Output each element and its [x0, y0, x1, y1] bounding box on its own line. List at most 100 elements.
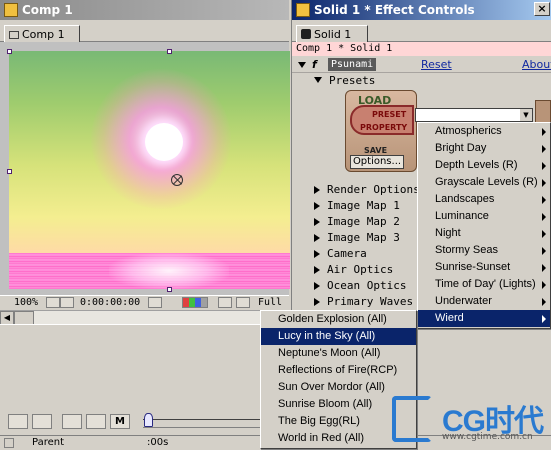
- work-area-bar[interactable]: [143, 419, 263, 420]
- menu-item-label: Grayscale Levels (R): [435, 176, 538, 188]
- preset-right-cap: [535, 100, 551, 124]
- close-icon[interactable]: ×: [534, 2, 550, 16]
- comp-horizontal-scrollbar[interactable]: ◀: [0, 310, 289, 325]
- current-time-indicator[interactable]: [144, 413, 153, 427]
- composition-image[interactable]: [9, 51, 290, 289]
- preset-dropdown[interactable]: ▼: [415, 108, 533, 122]
- menu-item-label: Wierd: [435, 312, 464, 324]
- zoom-arrow-icon[interactable]: [46, 297, 60, 308]
- menu-item-time-of-day[interactable]: Time of Day' (Lights): [418, 276, 550, 293]
- submenu-arrow-icon: [542, 196, 546, 204]
- submenu-arrow-icon: [542, 213, 546, 221]
- menu-item-night[interactable]: Night: [418, 225, 550, 242]
- menu-item-depth-levels[interactable]: Depth Levels (R): [418, 157, 550, 174]
- frame-blending-icon[interactable]: [86, 414, 106, 429]
- submenu-arrow-icon: [542, 264, 546, 272]
- layer-handle-tl[interactable]: [7, 49, 12, 54]
- effect-controls-tabstrip: Solid 1: [292, 20, 551, 42]
- menu-item-label: Sunrise Bloom (All): [278, 398, 373, 410]
- submenu-arrow-icon: [542, 247, 546, 255]
- comp-tab-label: Comp 1: [22, 28, 65, 41]
- menu-item-wierd[interactable]: Wierd: [418, 310, 550, 327]
- cgtime-logo-icon: [392, 396, 432, 442]
- transparency-grid-icon[interactable]: [236, 297, 250, 308]
- comp-family-icon[interactable]: [8, 414, 28, 429]
- resolution-dropdown[interactable]: Full: [258, 296, 282, 309]
- solid-tab-icon: [301, 29, 311, 39]
- options-button[interactable]: Options...: [350, 155, 404, 169]
- presets-label: Presets: [329, 74, 376, 87]
- menu-item-stormy-seas[interactable]: Stormy Seas: [418, 242, 550, 259]
- scroll-left-icon[interactable]: ◀: [0, 311, 14, 325]
- group-label: Air Optics: [327, 263, 394, 276]
- tab-comp-1[interactable]: Comp 1: [4, 25, 80, 42]
- layer-handle-left[interactable]: [7, 169, 12, 174]
- group-label: Camera: [327, 247, 367, 260]
- preset-neptunes-moon[interactable]: Neptune's Moon (All): [261, 345, 416, 362]
- comp-window-titlebar[interactable]: Comp 1: [0, 0, 289, 20]
- expand-icon: [314, 218, 320, 226]
- preset-label: PRESET: [372, 110, 407, 119]
- menu-item-luminance[interactable]: Luminance: [418, 208, 550, 225]
- zoom-dropdown[interactable]: 100%: [14, 296, 38, 309]
- expand-icon: [314, 266, 320, 274]
- live-update-icon[interactable]: [32, 414, 52, 429]
- reset-link[interactable]: Reset: [421, 58, 452, 71]
- menu-item-label: Sun Over Mordor (All): [278, 381, 385, 393]
- presets-group[interactable]: Presets: [314, 73, 438, 89]
- effect-controls-titlebar[interactable]: Solid 1 * Effect Controls ×: [292, 0, 551, 20]
- menu-item-label: Time of Day' (Lights): [435, 278, 536, 290]
- submenu-arrow-icon: [542, 230, 546, 238]
- menu-item-label: Bright Day: [435, 142, 487, 154]
- preset-reflections-of-fire[interactable]: Reflections of Fire(RCP): [261, 362, 416, 379]
- channel-icon[interactable]: [182, 297, 208, 308]
- current-time-display[interactable]: 0:00:00:00: [80, 296, 140, 309]
- comp-tab-icon: [9, 31, 19, 39]
- menu-item-bright-day[interactable]: Bright Day: [418, 140, 550, 157]
- menu-item-label: Lucy in the Sky (All): [278, 330, 376, 342]
- snapshot-icon[interactable]: [148, 297, 162, 308]
- tab-solid-1[interactable]: Solid 1: [296, 25, 368, 42]
- group-label: Image Map 2: [327, 215, 400, 228]
- cgtime-watermark: CG时代 www.cgtime.com.cn: [392, 392, 551, 450]
- comp-viewer[interactable]: [0, 42, 290, 295]
- preset-lucy-in-the-sky[interactable]: Lucy in the Sky (All): [261, 328, 416, 345]
- effect-controls-title: Solid 1 * Effect Controls: [314, 3, 475, 17]
- preset-golden-explosion[interactable]: Golden Explosion (All): [261, 311, 416, 328]
- draft-3d-icon[interactable]: [62, 414, 82, 429]
- chevron-down-icon: ▼: [520, 109, 532, 121]
- expand-presets-icon: [314, 77, 322, 83]
- menu-item-grayscale-levels[interactable]: Grayscale Levels (R): [418, 174, 550, 191]
- show-snapshot-icon[interactable]: [164, 297, 178, 308]
- motion-blur-button[interactable]: M: [110, 414, 130, 429]
- expand-icon: [314, 202, 320, 210]
- group-label: Image Map 3: [327, 231, 400, 244]
- expand-icon: [314, 298, 320, 306]
- effect-header-row: f Psunami Reset About: [292, 57, 551, 73]
- save-label: SAVE: [364, 146, 388, 155]
- shy-switch-icon[interactable]: [4, 438, 14, 448]
- menu-item-label: Stormy Seas: [435, 244, 498, 256]
- layer-handle-bottom[interactable]: [167, 287, 172, 292]
- fx-toggle-icon[interactable]: f: [312, 58, 317, 71]
- group-label: Image Map 1: [327, 199, 400, 212]
- safe-zones-icon[interactable]: [60, 297, 74, 308]
- region-of-interest-icon[interactable]: [218, 297, 232, 308]
- scroll-thumb[interactable]: [14, 311, 34, 325]
- menu-item-landscapes[interactable]: Landscapes: [418, 191, 550, 208]
- submenu-arrow-icon: [542, 145, 546, 153]
- group-label: Render Options: [327, 183, 420, 196]
- expand-icon: [314, 186, 320, 194]
- menu-item-underwater[interactable]: Underwater: [418, 293, 550, 310]
- menu-item-label: Depth Levels (R): [435, 159, 518, 171]
- anchor-point-icon[interactable]: [171, 174, 183, 186]
- menu-item-sunrise-sunset[interactable]: Sunrise-Sunset: [418, 259, 550, 276]
- expand-icon: [314, 282, 320, 290]
- watermark-url: www.cgtime.com.cn: [442, 432, 533, 442]
- menu-item-atmospherics[interactable]: Atmospherics: [418, 123, 550, 140]
- expand-effect-icon[interactable]: [298, 62, 306, 68]
- sun-reflection: [109, 253, 229, 289]
- load-plate: LOAD PRESET PROPERTY SAVE Options...: [345, 90, 417, 172]
- about-link[interactable]: About: [522, 58, 551, 71]
- layer-handle-top[interactable]: [167, 49, 172, 54]
